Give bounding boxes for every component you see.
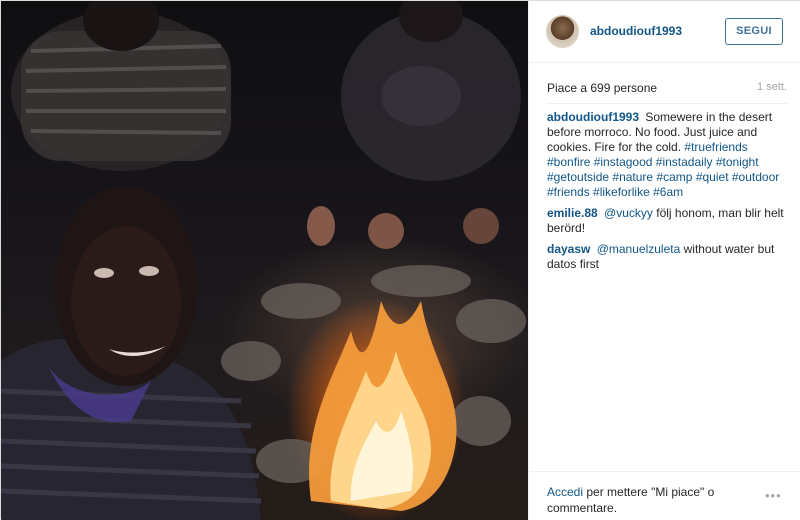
hashtag-link[interactable]: #6am [653, 185, 683, 199]
hashtag-link[interactable]: #instadaily [656, 155, 713, 169]
more-options-icon[interactable]: ••• [765, 488, 789, 503]
hashtag-link[interactable]: #camp [656, 170, 692, 184]
comment-item: dayasw @manuelzuleta without water but d… [547, 242, 787, 272]
username-link[interactable]: abdoudiouf1993 [590, 24, 682, 38]
hashtag-link[interactable]: #outdoor [732, 170, 779, 184]
post-photo[interactable] [1, 1, 528, 520]
bonfire-photo-illustration [1, 1, 526, 520]
login-link[interactable]: Accedi [547, 485, 583, 499]
hashtag-link[interactable]: #quiet [696, 170, 729, 184]
hashtag-link[interactable]: #bonfire [547, 155, 590, 169]
post-footer: Accedi per mettere "Mi piace" o commenta… [529, 471, 800, 520]
hashtag-link[interactable]: #nature [612, 170, 653, 184]
comments-list: abdoudiouf1993 Somewere in the desert be… [547, 110, 787, 278]
avatar[interactable] [546, 15, 579, 48]
hashtag-link[interactable]: #tonight [716, 155, 759, 169]
post-header: abdoudiouf1993 SEGUI [529, 1, 800, 63]
post-dialog: abdoudiouf1993 SEGUI Piace a 699 persone… [0, 0, 800, 520]
login-prompt: Accedi per mettere "Mi piace" o commenta… [547, 484, 747, 516]
divider [547, 103, 787, 104]
likes-count[interactable]: Piace a 699 persone [547, 81, 657, 95]
comment-username[interactable]: dayasw [547, 242, 590, 256]
post-sidebar: abdoudiouf1993 SEGUI Piace a 699 persone… [528, 1, 800, 520]
caption: abdoudiouf1993 Somewere in the desert be… [547, 110, 787, 200]
hashtag-link[interactable]: #friends [547, 185, 590, 199]
post-stats: Piace a 699 persone 1 sett. [547, 81, 787, 97]
caption-username[interactable]: abdoudiouf1993 [547, 110, 639, 124]
hashtag-link[interactable]: #instagood [594, 155, 653, 169]
hashtag-link[interactable]: #truefriends [684, 140, 747, 154]
comment-mention[interactable]: @vuckyy [604, 206, 653, 220]
comment-mention[interactable]: @manuelzuleta [597, 242, 681, 256]
comment-item: emilie.88 @vuckyy följ honom, man blir h… [547, 206, 787, 236]
hashtag-link[interactable]: #likeforlike [593, 185, 650, 199]
comment-username[interactable]: emilie.88 [547, 206, 598, 220]
follow-button[interactable]: SEGUI [725, 18, 783, 45]
post-time[interactable]: 1 sett. [757, 81, 787, 93]
hashtag-link[interactable]: #getoutside [547, 170, 609, 184]
